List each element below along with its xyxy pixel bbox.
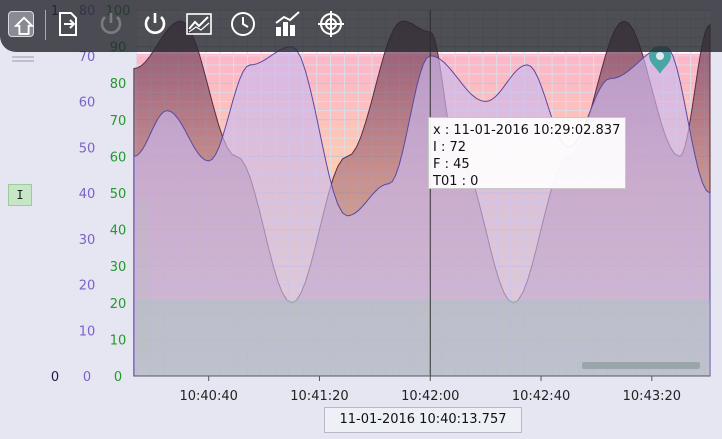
series-selector-badge[interactable]: I bbox=[8, 184, 32, 206]
target-icon bbox=[318, 11, 344, 37]
y-tick-f-20: 20 bbox=[110, 297, 127, 312]
y-tick-f-30: 30 bbox=[110, 260, 127, 275]
home-icon bbox=[13, 16, 35, 35]
toolbar-divider bbox=[45, 10, 46, 40]
y-tick-i-60: 60 bbox=[79, 96, 96, 111]
tooltip-x: x : 11-01-2016 10:29:02.837 bbox=[433, 123, 621, 138]
power-button[interactable] bbox=[140, 9, 170, 39]
power-disabled-icon bbox=[100, 13, 122, 34]
tooltip-t01: T01 : 0 bbox=[433, 174, 479, 189]
horizontal-scrollbar[interactable] bbox=[582, 362, 700, 369]
y-tick-f-0: 0 bbox=[114, 370, 122, 385]
y-tick-f-80: 80 bbox=[110, 77, 127, 92]
x-tick-label: 10:41:20 bbox=[290, 389, 348, 404]
export-icon bbox=[59, 12, 77, 36]
toolbar-grip-icon[interactable] bbox=[12, 55, 34, 63]
power-icon bbox=[144, 13, 166, 34]
chart-canvas[interactable]: 0101020304050607080010203040506070809010… bbox=[0, 0, 722, 439]
vertical-scrollbar[interactable] bbox=[138, 200, 150, 360]
y-tick-f-60: 60 bbox=[110, 150, 127, 165]
x-tick-label: 10:42:00 bbox=[401, 389, 459, 404]
export-button[interactable] bbox=[54, 9, 84, 39]
y-tick-i-0: 0 bbox=[83, 370, 91, 385]
tooltip-f: F : 45 bbox=[433, 157, 470, 172]
y-tick-f-70: 70 bbox=[110, 114, 127, 129]
x-tick-labels: 10:40:40 10:41:20 10:42:00 10:42:40 10:43:20 bbox=[179, 376, 681, 404]
y-tick-f-40: 40 bbox=[110, 224, 127, 239]
y-tick-i-40: 40 bbox=[79, 187, 96, 202]
y-tick-i-10: 10 bbox=[79, 324, 96, 339]
y-tick-i-20: 20 bbox=[79, 279, 96, 294]
clock-button[interactable] bbox=[228, 9, 258, 39]
y-tick-i-50: 50 bbox=[79, 141, 96, 156]
tooltip-i: I : 72 bbox=[433, 140, 467, 155]
trend-icon bbox=[186, 13, 212, 35]
cursor-time-label: 11-01-2016 10:40:13.757 bbox=[324, 407, 522, 433]
bar-chart-button[interactable] bbox=[272, 9, 302, 39]
trend-button[interactable] bbox=[184, 9, 214, 39]
bar-chart-icon bbox=[275, 11, 300, 36]
y-tick-f-10: 10 bbox=[110, 333, 127, 348]
toolbar bbox=[0, 0, 722, 52]
data-tooltip: x : 11-01-2016 10:29:02.837 I : 72 F : 4… bbox=[428, 117, 626, 189]
y-tick-f-50: 50 bbox=[110, 187, 127, 202]
clock-icon bbox=[231, 12, 255, 36]
x-tick-label: 10:42:40 bbox=[512, 389, 570, 404]
y-tick-i-70: 70 bbox=[79, 50, 96, 65]
target-button[interactable] bbox=[316, 9, 346, 39]
y-tick-i-30: 30 bbox=[79, 233, 96, 248]
home-button[interactable] bbox=[8, 11, 35, 37]
x-tick-label: 10:40:40 bbox=[179, 389, 237, 404]
y-tick-t01-0: 0 bbox=[51, 370, 59, 385]
x-tick-label: 10:43:20 bbox=[623, 389, 681, 404]
power-disabled-button[interactable] bbox=[96, 9, 126, 39]
